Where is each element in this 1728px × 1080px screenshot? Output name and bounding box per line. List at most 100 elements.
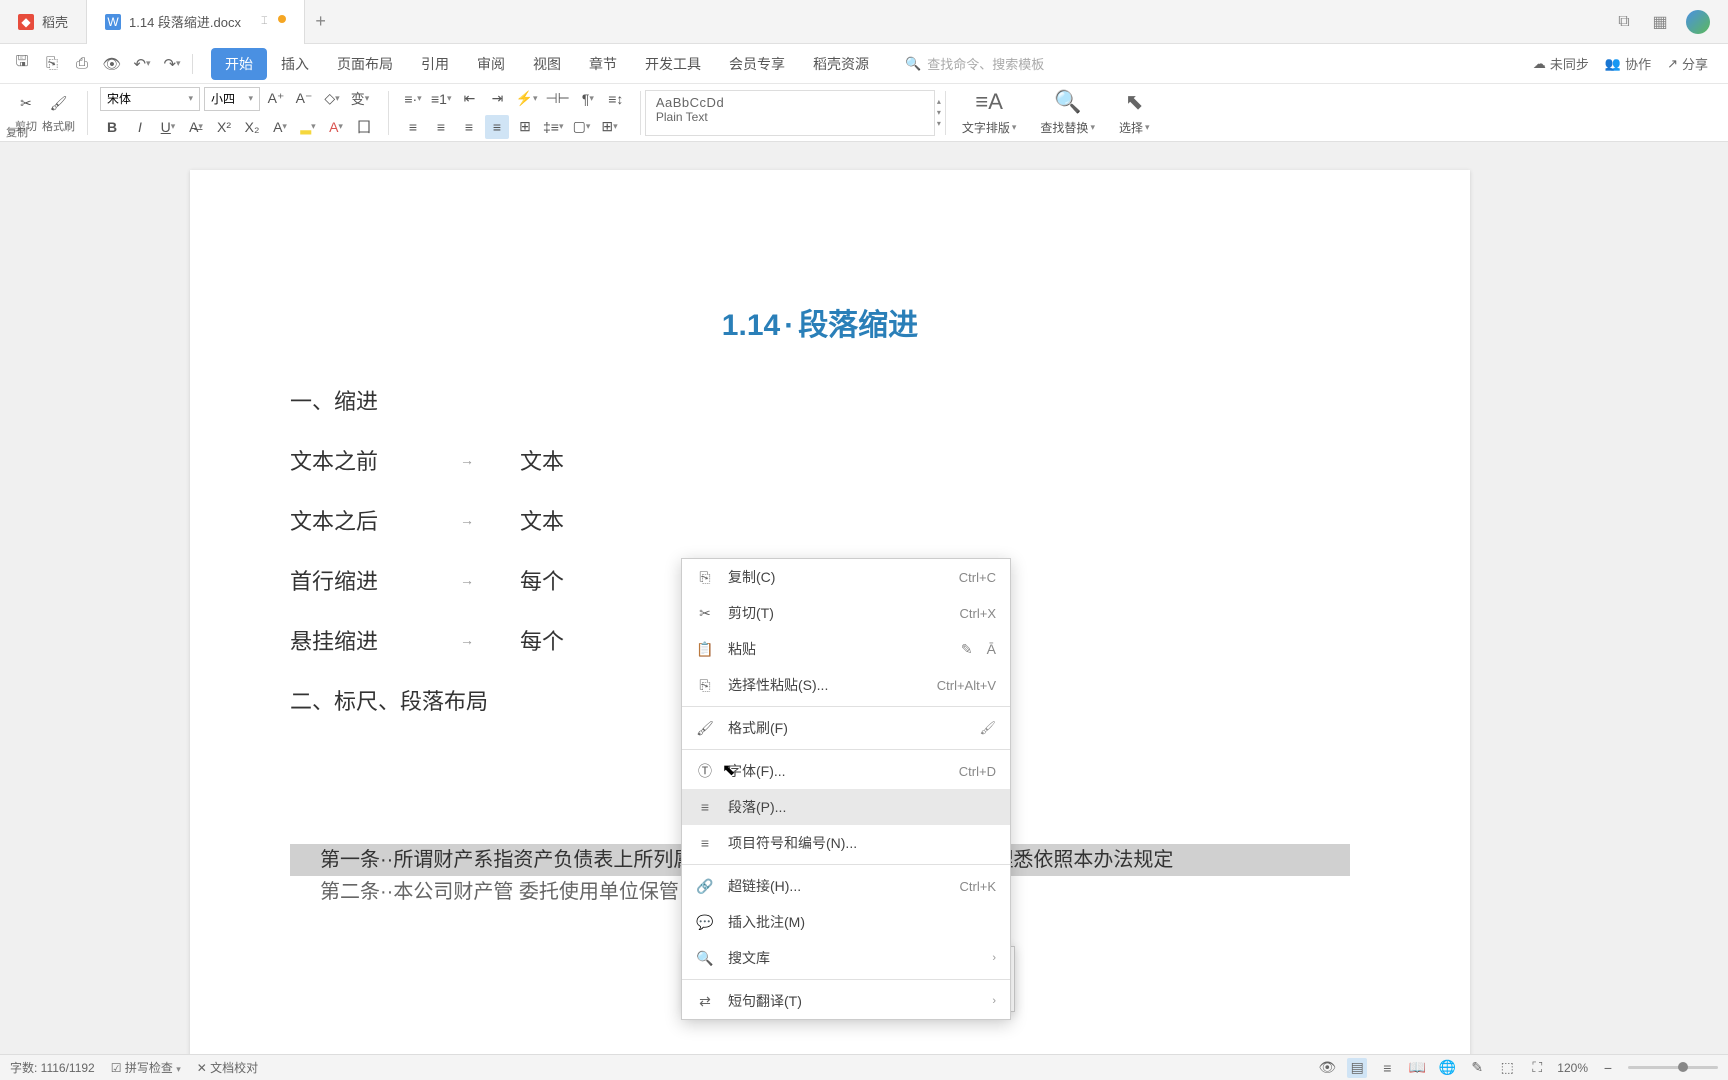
ctx-paragraph[interactable]: ≡段落(P)...	[682, 789, 1010, 825]
text-effects-button[interactable]: A▾	[268, 115, 292, 139]
show-marks-button[interactable]: ¶▾	[576, 87, 600, 111]
window-mode-icon[interactable]: ⧉	[1614, 12, 1634, 32]
format-painter-label: 格式刷	[42, 118, 75, 134]
undo-icon[interactable]: ↶▾	[128, 50, 156, 78]
ctx-cut[interactable]: ✂剪切(T)Ctrl+X	[682, 595, 1010, 631]
superscript-button[interactable]: X²	[212, 115, 236, 139]
ctx-bullets-numbering[interactable]: ≡项目符号和编号(N)...	[682, 825, 1010, 861]
eye-icon[interactable]: 👁	[1317, 1058, 1337, 1078]
view-outline-icon[interactable]: ≡	[1377, 1058, 1397, 1078]
chevron-down-icon: ▾	[188, 93, 193, 104]
preview-icon[interactable]: 👁	[98, 50, 126, 78]
tab-button[interactable]: ⊣⊢	[543, 87, 571, 111]
ctx-font[interactable]: Ⓣ字体(F)...Ctrl+D	[682, 753, 1010, 789]
line-space2-button[interactable]: ‡≡▾	[541, 115, 566, 139]
underline-button[interactable]: U▾	[156, 115, 180, 139]
print-icon[interactable]: ⎙	[68, 50, 96, 78]
paragraph-group: ≡·▾ ≡1▾ ⇤ ⇥ ⚡▾ ⊣⊢ ¶▾ ≡↕ ≡ ≡ ≡ ≡ ⊞ ‡≡▾ ▢▾…	[393, 86, 636, 140]
find-replace-button[interactable]: 🔍 查找替换▾	[1028, 89, 1107, 136]
format-painter-button[interactable]: 🖌	[42, 92, 75, 116]
menu-reference[interactable]: 引用	[407, 48, 463, 80]
ctx-format-painter[interactable]: 🖌格式刷(F)🖌	[682, 710, 1010, 746]
numbering-button[interactable]: ≡1▾	[429, 87, 454, 111]
comment-icon: 💬	[696, 914, 714, 931]
grid-icon[interactable]: ▦	[1650, 12, 1670, 32]
chevron-right-icon: ›	[992, 952, 996, 964]
char-border-button[interactable]: 囗	[352, 115, 376, 139]
menu-dev[interactable]: 开发工具	[631, 48, 715, 80]
font-color-button[interactable]: A▾	[324, 115, 348, 139]
status-bar: 字数: 1116/1192 ☑ 拼写检查 ▾ ✕ 文档校对 👁 ▤ ≡ 📖 🌐 …	[0, 1054, 1728, 1080]
paste-option-icon[interactable]: ✎	[961, 641, 973, 658]
menu-layout[interactable]: 页面布局	[323, 48, 407, 80]
menu-start[interactable]: 开始	[211, 48, 267, 80]
tab-add-button[interactable]: +	[305, 11, 337, 32]
ctx-comment[interactable]: 💬插入批注(M)	[682, 904, 1010, 940]
menu-chapter[interactable]: 章节	[575, 48, 631, 80]
cut-button[interactable]: ✂	[14, 92, 38, 116]
bold-button[interactable]: B	[100, 115, 124, 139]
zoom-out-icon[interactable]: −	[1598, 1058, 1618, 1078]
redo-icon[interactable]: ↷▾	[158, 50, 186, 78]
align-right-button[interactable]: ≡	[457, 115, 481, 139]
sync-status[interactable]: ☁未同步	[1533, 54, 1589, 73]
fit-width-icon[interactable]: ⬚	[1497, 1058, 1517, 1078]
increase-indent-button[interactable]: ⇥	[486, 87, 510, 111]
menu-resource[interactable]: 稻壳资源	[799, 48, 883, 80]
menu-insert[interactable]: 插入	[267, 48, 323, 80]
ctx-paste[interactable]: 📋粘贴✎Ā	[682, 631, 1010, 667]
menu-view[interactable]: 视图	[519, 48, 575, 80]
subscript-button[interactable]: X₂	[240, 115, 264, 139]
clear-format-button[interactable]: ◇▾	[320, 87, 344, 111]
borders-button[interactable]: ⊞▾	[598, 115, 622, 139]
doc-proof-toggle[interactable]: ✕ 文档校对	[197, 1059, 258, 1076]
paste-text-icon[interactable]: Ā	[987, 641, 996, 658]
bullets-button[interactable]: ≡·▾	[401, 87, 425, 111]
font-family-select[interactable]: 宋体▾	[100, 87, 200, 111]
highlight-button[interactable]: ▂▾	[296, 115, 320, 139]
decrease-indent-button[interactable]: ⇤	[458, 87, 482, 111]
ctx-translate[interactable]: ⇄短句翻译(T)›	[682, 983, 1010, 1019]
zoom-slider[interactable]	[1628, 1066, 1718, 1069]
strikethrough-button[interactable]: A̶▾	[184, 115, 208, 139]
text-layout-button[interactable]: ≡A 文字排版▾	[950, 89, 1029, 136]
decrease-font-button[interactable]: A⁻	[292, 87, 316, 111]
increase-font-button[interactable]: A⁺	[264, 87, 288, 111]
tab-document[interactable]: W 1.14 段落缩进.docx ⌶	[87, 0, 305, 44]
menu-vip[interactable]: 会员专享	[715, 48, 799, 80]
user-avatar[interactable]	[1686, 10, 1710, 34]
save-icon[interactable]: 🖫	[8, 50, 36, 78]
ctx-hyperlink[interactable]: 🔗超链接(H)...Ctrl+K	[682, 868, 1010, 904]
word-icon: W	[105, 14, 121, 30]
fullscreen-icon[interactable]: ⛶	[1527, 1058, 1547, 1078]
ctx-paste-special[interactable]: ⎘选择性粘贴(S)...Ctrl+Alt+V	[682, 667, 1010, 703]
distribute-button[interactable]: ⊞	[513, 115, 537, 139]
align-left-button[interactable]: ≡	[401, 115, 425, 139]
word-count[interactable]: 字数: 1116/1192	[10, 1059, 95, 1076]
ctx-copy[interactable]: ⎘复制(C)Ctrl+C	[682, 559, 1010, 595]
line-spacing-button[interactable]: ≡↕	[604, 87, 628, 111]
view-web-icon[interactable]: 🌐	[1437, 1058, 1457, 1078]
align-justify-button[interactable]: ≡	[485, 115, 509, 139]
style-scroll[interactable]: ▴▾▾	[937, 97, 941, 128]
menu-review[interactable]: 审阅	[463, 48, 519, 80]
view-draft-icon[interactable]: ✎	[1467, 1058, 1487, 1078]
command-search[interactable]: 🔍 查找命令、搜索模板	[905, 54, 1044, 73]
share-button[interactable]: ↗分享	[1667, 54, 1708, 73]
ctx-search-wenku[interactable]: 🔍搜文库›	[682, 940, 1010, 976]
saveas-icon[interactable]: ⎘	[38, 50, 66, 78]
sort-button[interactable]: ⚡▾	[514, 87, 540, 111]
select-button[interactable]: ⬉ 选择▾	[1107, 89, 1162, 136]
zoom-level[interactable]: 120%	[1557, 1061, 1588, 1075]
font-size-select[interactable]: 小四▾	[204, 87, 260, 111]
align-center-button[interactable]: ≡	[429, 115, 453, 139]
spell-check-toggle[interactable]: ☑ 拼写检查 ▾	[111, 1059, 181, 1076]
italic-button[interactable]: I	[128, 115, 152, 139]
collab-button[interactable]: 👥协作	[1605, 54, 1651, 73]
view-page-icon[interactable]: ▤	[1347, 1058, 1367, 1078]
style-gallery[interactable]: AaBbCcDd Plain Text	[645, 90, 935, 136]
phonetic-button[interactable]: 变▾	[348, 87, 372, 111]
tab-home[interactable]: ◆ 稻壳	[0, 0, 87, 44]
view-read-icon[interactable]: 📖	[1407, 1058, 1427, 1078]
shading-button[interactable]: ▢▾	[570, 115, 594, 139]
